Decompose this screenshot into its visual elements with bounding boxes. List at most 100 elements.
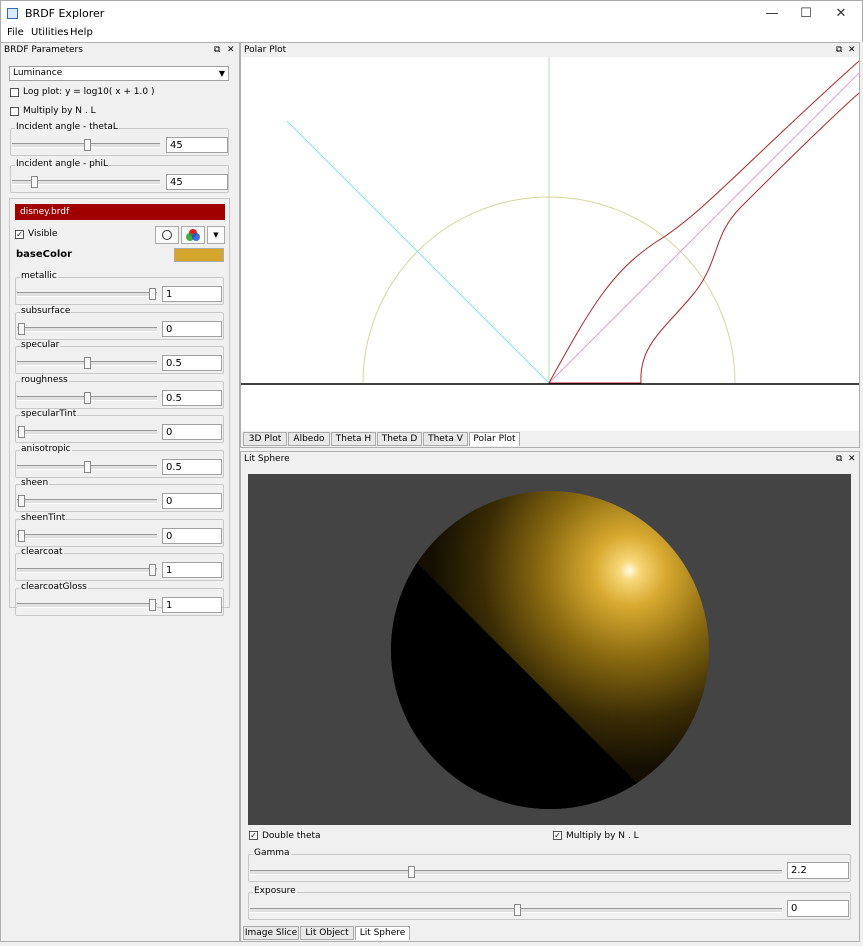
param-input[interactable]: 1	[162, 596, 222, 613]
param-slider-thumb[interactable]	[149, 288, 156, 300]
param-slider-thumb[interactable]	[149, 564, 156, 576]
tab-theta-d[interactable]: Theta D	[377, 432, 422, 446]
tab-lit-sphere[interactable]: Lit Sphere	[355, 926, 410, 940]
lit-sphere-header: Lit Sphere ⧉ ✕	[241, 452, 859, 466]
param-label: specularTint	[20, 409, 78, 419]
minimize-button[interactable]: —	[757, 3, 787, 25]
param-input[interactable]: 0.5	[162, 355, 222, 371]
float-icon[interactable]: ⧉	[836, 452, 842, 466]
brdf-menu-button[interactable]: ▼	[207, 226, 225, 244]
param-label: metallic	[20, 271, 58, 281]
param-group-clearcoat: clearcoat 1	[15, 547, 224, 581]
float-icon[interactable]: ⧉	[836, 43, 842, 57]
brdf-name-bar[interactable]: disney.brdf	[15, 204, 225, 220]
close-button[interactable]: ✕	[826, 3, 856, 25]
param-slider-thumb[interactable]	[18, 495, 25, 507]
phi-input[interactable]: 45	[166, 174, 228, 190]
double-theta-checkbox[interactable]: ✓	[249, 831, 258, 840]
solo-button[interactable]	[155, 226, 179, 244]
sphere-multiply-checkbox[interactable]: ✓	[553, 831, 562, 840]
param-input[interactable]: 0.5	[162, 389, 222, 406]
theta-input[interactable]: 45	[166, 137, 228, 153]
polar-plot-header: Polar Plot ⧉ ✕	[241, 43, 859, 57]
param-slider-thumb[interactable]	[83, 357, 91, 369]
window-title: BRDF Explorer	[25, 7, 105, 20]
param-slider-track[interactable]	[17, 602, 157, 608]
param-slider-thumb[interactable]	[18, 529, 25, 542]
param-group-clearcoatGloss: clearcoatGloss 1	[15, 581, 224, 616]
close-icon[interactable]: ✕	[848, 43, 856, 57]
float-icon[interactable]: ⧉	[214, 43, 220, 57]
param-input[interactable]: 0	[162, 493, 222, 509]
exposure-slider-thumb[interactable]	[514, 904, 521, 916]
param-slider-thumb[interactable]	[149, 598, 156, 611]
param-group-specular: specular 0.5	[15, 340, 224, 374]
menu-utilities[interactable]: Utilities	[31, 27, 69, 38]
polar-plot-panel: Polar Plot ⧉ ✕ 3D Plot Albedo Theta H Theta…	[240, 42, 860, 448]
circle-icon	[162, 230, 172, 240]
double-theta-label: Double theta	[262, 831, 321, 841]
param-group-specularTint: specularTint 0	[15, 409, 224, 443]
param-group-sheen: sheen 0	[15, 478, 224, 512]
gamma-slider-thumb[interactable]	[408, 866, 415, 878]
param-label: anisotropic	[20, 443, 72, 454]
param-slider-thumb[interactable]	[83, 460, 91, 473]
param-input[interactable]: 0.5	[162, 458, 222, 475]
tab-albedo[interactable]: Albedo	[288, 432, 330, 446]
title-bar: BRDF Explorer — ☐ ✕	[0, 0, 863, 26]
sphere-tab-bar: Image Slice Lit Object Lit Sphere	[241, 926, 859, 941]
menu-file[interactable]: File	[7, 27, 24, 38]
menu-help[interactable]: Help	[70, 27, 93, 38]
param-group-metallic: metallic 1	[15, 271, 224, 305]
theta-label: Incident angle - thetaL	[15, 122, 119, 132]
tab-theta-v[interactable]: Theta V	[423, 432, 468, 446]
lit-sphere-canvas[interactable]	[248, 474, 851, 825]
param-slider-track[interactable]	[17, 499, 157, 504]
param-label: subsurface	[20, 305, 72, 316]
close-icon[interactable]: ✕	[227, 43, 235, 57]
param-slider-track[interactable]	[17, 533, 157, 539]
tab-image-slice[interactable]: Image Slice	[243, 926, 299, 940]
theta-slider-thumb[interactable]	[84, 139, 91, 151]
maximize-button[interactable]: ☐	[791, 3, 821, 25]
param-input[interactable]: 0	[162, 424, 222, 440]
close-icon[interactable]: ✕	[848, 452, 856, 466]
param-slider-track[interactable]	[17, 292, 157, 297]
tab-3d-plot[interactable]: 3D Plot	[243, 432, 287, 446]
tab-lit-object[interactable]: Lit Object	[300, 926, 354, 940]
tab-polar-plot[interactable]: Polar Plot	[469, 432, 520, 446]
log-plot-label: Log plot: y = log10( x + 1.0 )	[23, 87, 155, 97]
param-input[interactable]: 0	[162, 527, 222, 544]
param-slider-track[interactable]	[17, 568, 157, 573]
param-label: clearcoat	[20, 547, 64, 557]
multiply-nl-checkbox[interactable]	[10, 107, 19, 116]
param-group-anisotropic: anisotropic 0.5	[15, 443, 224, 478]
menu-bar: File Utilities Help	[0, 26, 863, 42]
param-slider-track[interactable]	[17, 326, 157, 332]
basecolor-swatch[interactable]	[174, 248, 224, 262]
exposure-label: Exposure	[253, 886, 297, 896]
visible-checkbox[interactable]: ✓	[15, 230, 24, 239]
tab-theta-h[interactable]: Theta H	[331, 432, 376, 446]
gamma-slider-track[interactable]	[250, 870, 782, 875]
mode-value: Luminance	[13, 68, 63, 78]
mode-select[interactable]: Luminance ▼	[9, 66, 229, 81]
exposure-input[interactable]: 0	[787, 900, 849, 917]
polar-plot-canvas[interactable]	[241, 57, 859, 431]
param-slider-thumb[interactable]	[18, 426, 25, 438]
param-group-roughness: roughness 0.5	[15, 374, 224, 409]
log-plot-checkbox[interactable]	[10, 88, 19, 97]
color-button[interactable]	[181, 226, 205, 244]
exposure-group: Exposure 0	[248, 886, 851, 920]
gamma-input[interactable]: 2.2	[787, 862, 849, 879]
param-input[interactable]: 0	[162, 320, 222, 337]
param-slider-thumb[interactable]	[18, 322, 25, 335]
phi-slider-thumb[interactable]	[31, 176, 38, 188]
param-input[interactable]: 1	[162, 286, 222, 302]
param-slider-thumb[interactable]	[83, 391, 91, 404]
panel-title: Lit Sphere	[244, 454, 290, 464]
param-label: sheenTint	[20, 512, 67, 523]
theta-group: Incident angle - thetaL 45	[10, 122, 229, 156]
param-input[interactable]: 1	[162, 562, 222, 578]
param-slider-track[interactable]	[17, 430, 157, 435]
